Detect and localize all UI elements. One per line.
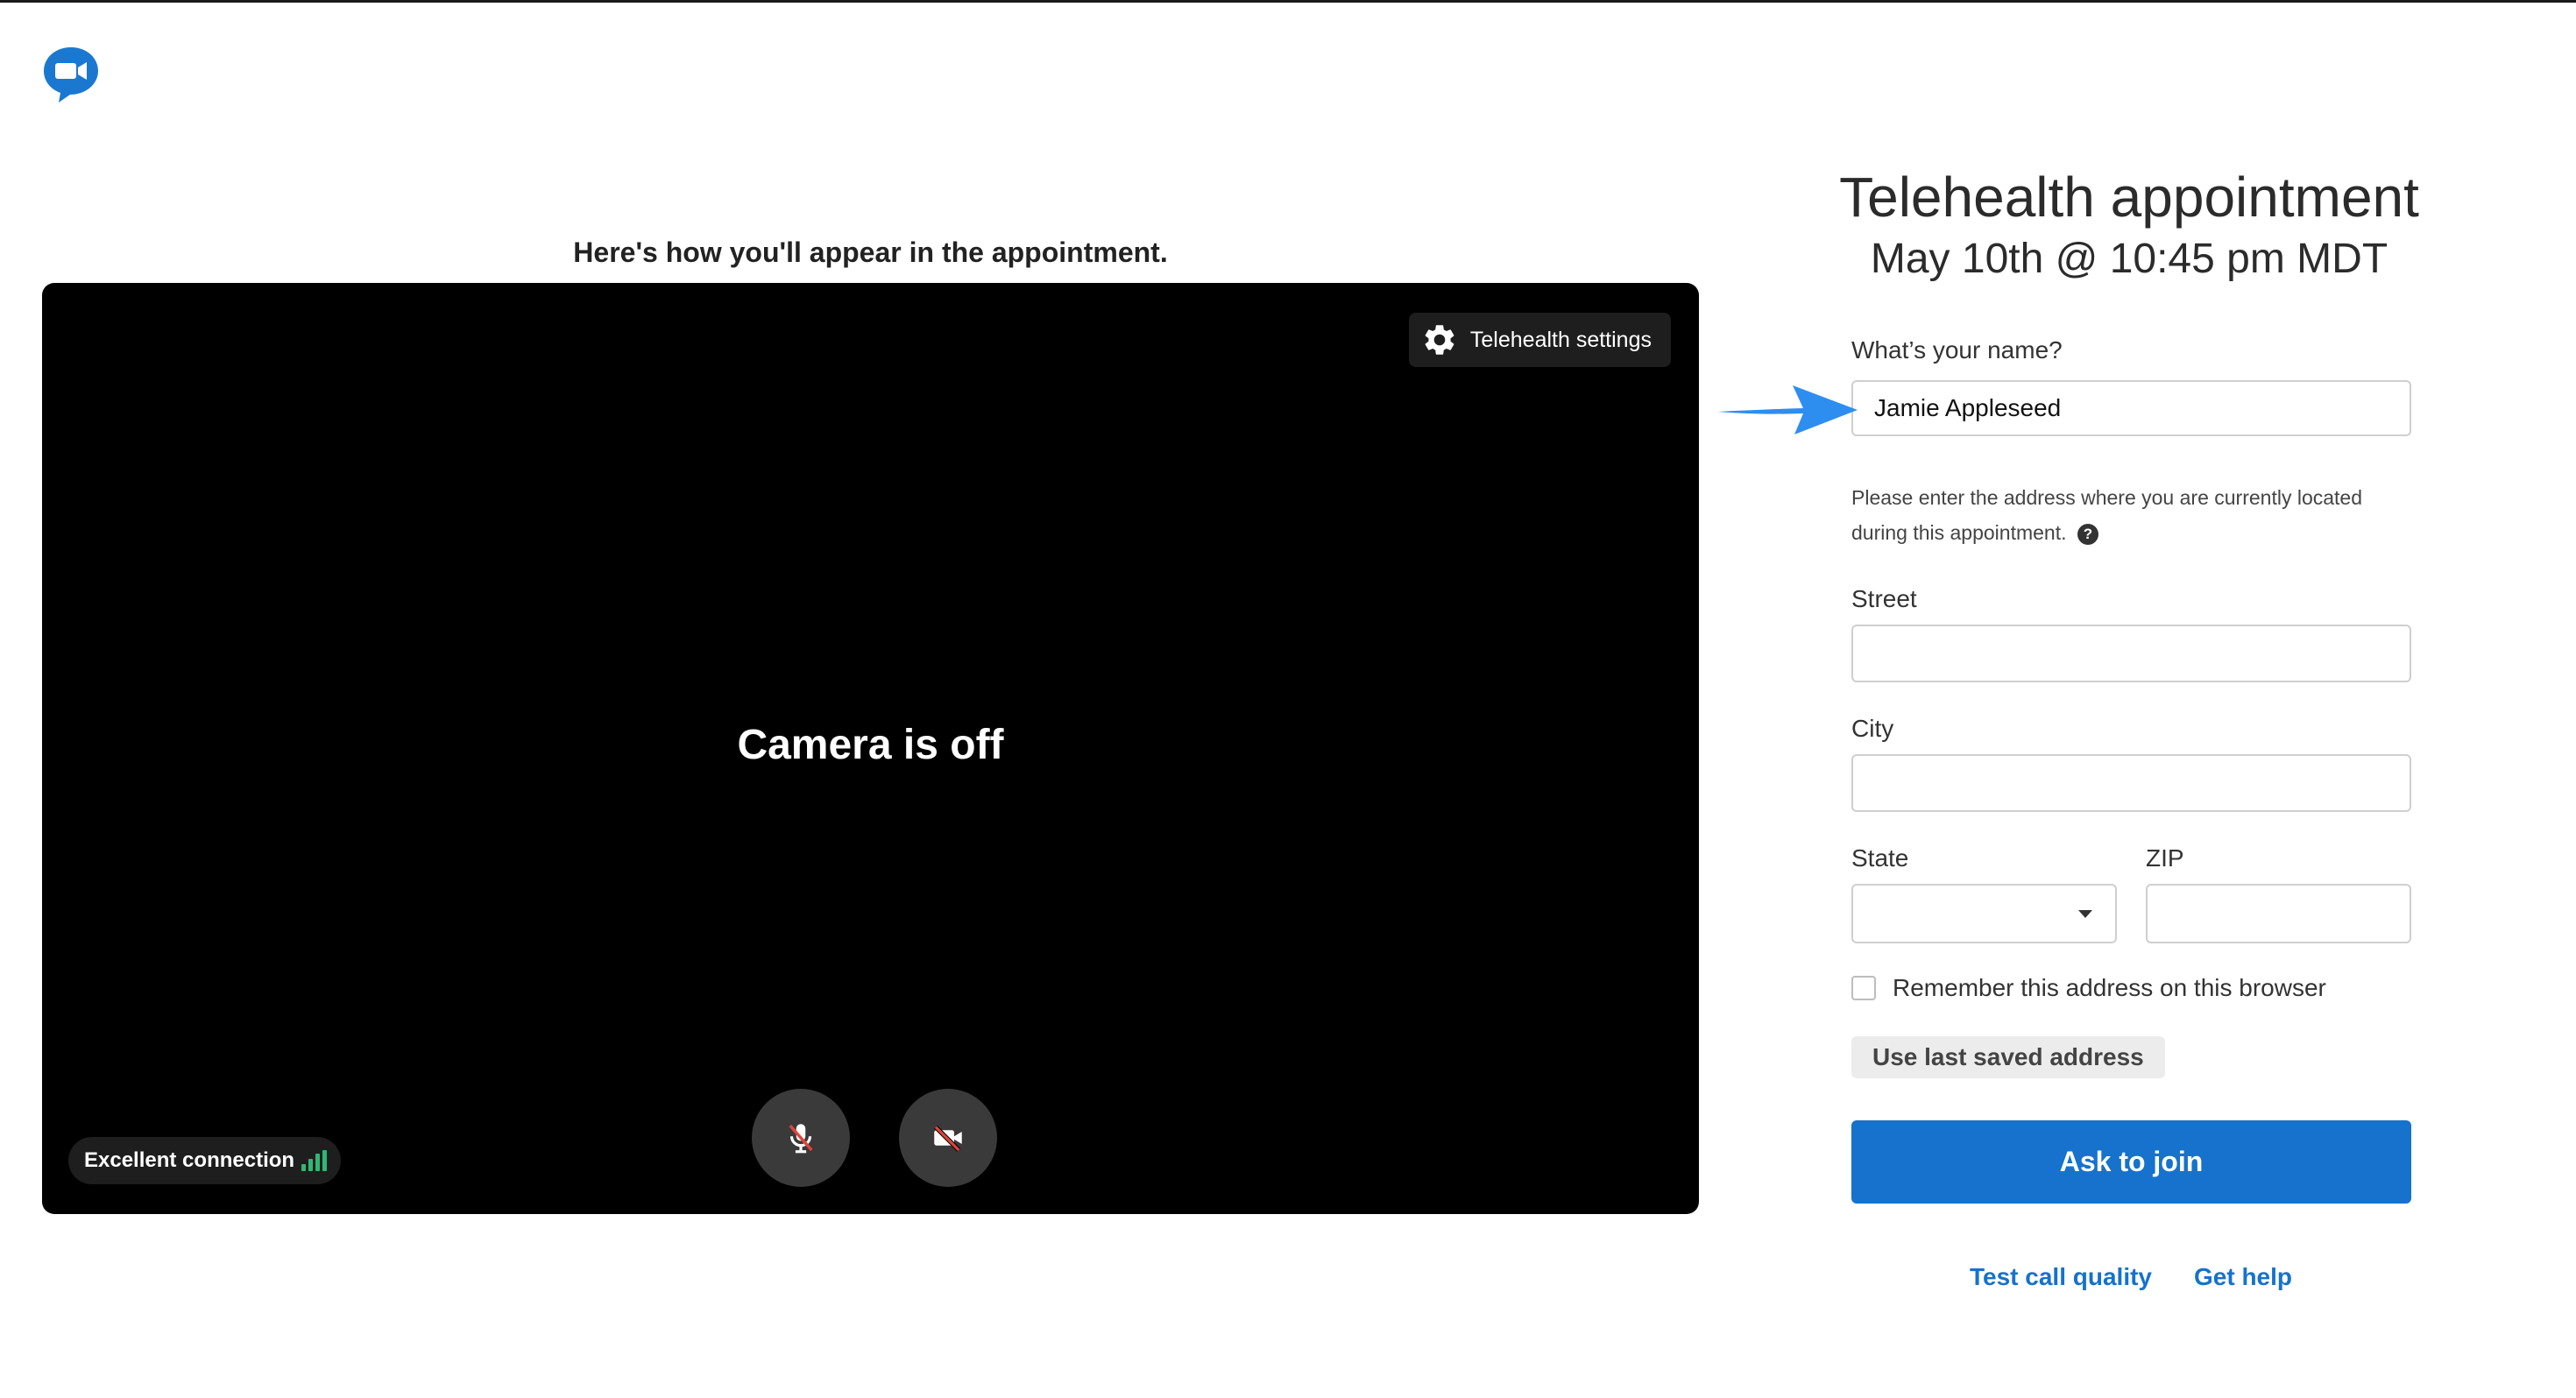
telehealth-settings-label: Telehealth settings xyxy=(1469,327,1652,352)
camera-off-message: Camera is off xyxy=(737,722,1004,768)
connection-status-badge: Excellent connection xyxy=(68,1137,342,1184)
name-label: What’s your name? xyxy=(1851,336,2063,364)
caret-down-icon xyxy=(2078,910,2092,918)
street-input[interactable] xyxy=(1851,625,2411,682)
annotation-arrow-icon xyxy=(1717,385,1858,434)
microphone-muted-icon xyxy=(789,1124,813,1154)
state-select[interactable] xyxy=(1851,884,2117,943)
use-last-saved-address-button[interactable]: Use last saved address xyxy=(1851,1036,2165,1078)
zip-input[interactable] xyxy=(2146,884,2411,943)
ask-to-join-button[interactable]: Ask to join xyxy=(1851,1120,2411,1204)
state-label: State xyxy=(1851,844,1909,872)
zip-label: ZIP xyxy=(2146,844,2184,872)
get-help-link[interactable]: Get help xyxy=(2194,1263,2292,1291)
camera-toggle-button[interactable] xyxy=(899,1089,997,1187)
top-border xyxy=(0,0,2576,3)
city-input[interactable] xyxy=(1851,754,2411,812)
camera-off-icon xyxy=(934,1125,962,1152)
address-help-text: Please enter the address where you are c… xyxy=(1851,480,2377,550)
telehealth-settings-button[interactable]: Telehealth settings xyxy=(1408,313,1671,367)
help-question-icon[interactable]: ? xyxy=(2077,523,2098,545)
preview-caption: Here's how you'll appear in the appointm… xyxy=(573,237,1168,268)
test-call-quality-link[interactable]: Test call quality xyxy=(1970,1263,2152,1291)
city-label: City xyxy=(1851,715,1894,742)
address-help-label: Please enter the address where you are c… xyxy=(1851,486,2362,544)
appointment-datetime: May 10th @ 10:45 pm MDT xyxy=(1870,236,2388,282)
video-preview: Telehealth settings Camera is off Excell… xyxy=(42,283,1699,1214)
video-chat-logo-icon xyxy=(44,47,98,102)
connection-status-label: Excellent connection xyxy=(84,1148,295,1172)
signal-strength-icon xyxy=(301,1150,328,1171)
microphone-toggle-button[interactable] xyxy=(752,1089,850,1187)
gear-icon xyxy=(1425,325,1454,355)
appointment-title: Telehealth appointment xyxy=(1839,166,2419,229)
remember-address-checkbox[interactable] xyxy=(1851,976,1876,1000)
street-label: Street xyxy=(1851,585,1917,612)
remember-address-label[interactable]: Remember this address on this browser xyxy=(1893,974,2326,1002)
name-input[interactable] xyxy=(1851,380,2411,436)
